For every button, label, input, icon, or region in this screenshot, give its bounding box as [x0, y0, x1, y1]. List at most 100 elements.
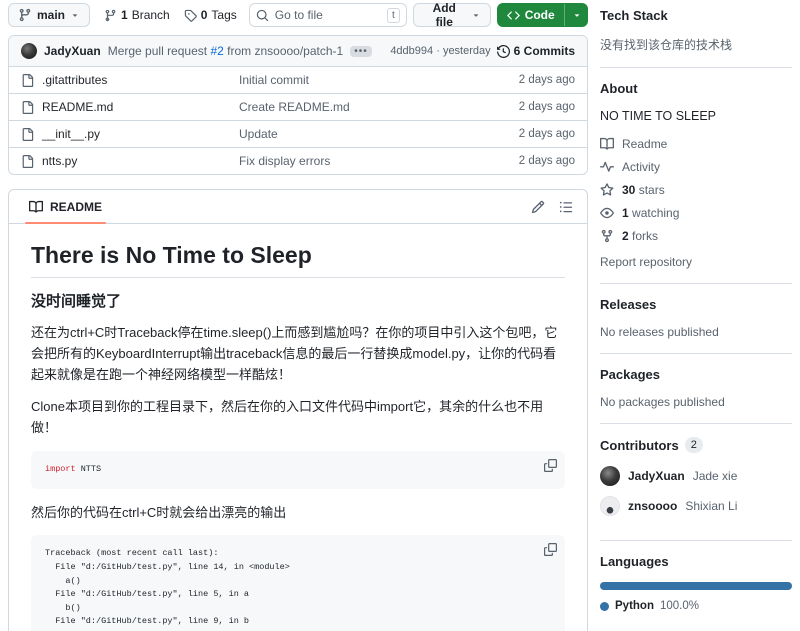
watching-link[interactable]: 1 watching	[600, 206, 792, 220]
avatar[interactable]	[600, 466, 620, 486]
readme-link[interactable]: Readme	[600, 137, 792, 151]
readme-card: README There is No Time t	[8, 189, 588, 631]
readme-paragraph: 还在为ctrl+C时Traceback停在time.sleep()上而感到尴尬吗…	[31, 323, 565, 385]
avatar[interactable]	[600, 496, 620, 516]
tech-stack-empty-text: 没有找到该仓库的技术栈	[600, 36, 792, 53]
list-unordered-icon	[559, 200, 573, 214]
file-icon	[21, 101, 34, 114]
language-percent: 100.0%	[660, 600, 699, 612]
commit-hash: 4ddb994	[390, 45, 433, 57]
branches-count: 1	[121, 8, 128, 22]
code-rest: NTTS	[76, 464, 102, 474]
git-branch-icon	[104, 9, 117, 22]
watching-label: watching	[632, 206, 679, 220]
contributor-login[interactable]: znsoooo	[628, 499, 677, 513]
stars-label: stars	[639, 183, 665, 197]
packages-empty-text: No packages published	[600, 395, 792, 409]
table-row: __init__.py Update 2 days ago	[9, 120, 587, 147]
activity-link[interactable]: Activity	[600, 160, 792, 174]
contributor-name: Shixian Li	[685, 499, 737, 513]
commit-message[interactable]: Merge pull request #2 from znsoooo/patch…	[108, 44, 344, 58]
eye-icon	[600, 206, 614, 220]
file-name-link[interactable]: __init__.py	[42, 127, 100, 141]
about-section: About NO TIME TO SLEEP Readme Activity 3…	[600, 68, 792, 284]
file-name-link[interactable]: ntts.py	[42, 154, 77, 168]
branch-selector-label: main	[37, 8, 65, 22]
repo-sidebar: Tech Stack 没有找到该仓库的技术栈 About NO TIME TO …	[600, 0, 792, 631]
search-icon	[256, 9, 269, 22]
stars-link[interactable]: 30 stars	[600, 183, 792, 197]
file-commit-message-link[interactable]: Create README.md	[239, 100, 485, 114]
go-to-file-text[interactable]	[275, 8, 381, 22]
file-commit-message-link[interactable]: Fix display errors	[239, 154, 485, 168]
commit-author-login[interactable]: JadyXuan	[44, 44, 101, 58]
commit-author-avatar[interactable]	[21, 43, 37, 59]
file-commit-time: 2 days ago	[485, 74, 575, 86]
contributors-title-label: Contributors	[600, 438, 679, 453]
contributor-login[interactable]: JadyXuan	[628, 469, 685, 483]
history-icon	[497, 45, 510, 58]
fork-icon	[600, 229, 614, 243]
outline-button[interactable]	[559, 200, 573, 214]
file-commit-message-link[interactable]: Update	[239, 127, 485, 141]
readme-paragraph: 然后你的代码在ctrl+C时就会给出漂亮的输出	[31, 503, 565, 524]
languages-section: Languages Python 100.0%	[600, 541, 792, 626]
repo-description: NO TIME TO SLEEP	[600, 109, 792, 123]
add-file-button[interactable]: Add file	[413, 3, 491, 27]
file-commit-time: 2 days ago	[485, 128, 575, 140]
tech-stack-section: Tech Stack 没有找到该仓库的技术栈	[600, 2, 792, 68]
branch-selector[interactable]: main	[8, 3, 90, 27]
tags-link[interactable]: 0 Tags	[184, 8, 237, 22]
watching-count: 1	[622, 206, 629, 220]
chevron-down-icon	[70, 10, 80, 20]
commit-history-link[interactable]: 6 Commits	[497, 44, 575, 58]
stars-count: 30	[622, 183, 635, 197]
table-row: ntts.py Fix display errors 2 days ago	[9, 147, 587, 174]
file-icon	[21, 74, 34, 87]
git-branch-icon	[18, 8, 32, 22]
readme-paragraph: Clone本项目到你的工程目录下，然后在你的入口文件代码中import它，其余的…	[31, 397, 565, 439]
go-to-file-input[interactable]: t	[249, 3, 407, 27]
dot-separator: ·	[436, 45, 440, 57]
packages-section: Packages No packages published	[600, 354, 792, 424]
language-name: Python	[615, 600, 654, 612]
branches-link[interactable]: 1 Branch	[104, 8, 170, 22]
readme-link-label: Readme	[622, 137, 667, 151]
file-icon	[21, 128, 34, 141]
list-item[interactable]: JadyXuan Jade xie	[600, 466, 792, 486]
file-commit-message-link[interactable]: Initial commit	[239, 73, 485, 87]
activity-link-label: Activity	[622, 160, 660, 174]
copy-button[interactable]	[544, 459, 557, 472]
report-repository-link[interactable]: Report repository	[600, 255, 792, 269]
list-item[interactable]: znsoooo Shixian Li	[600, 496, 792, 516]
shortcut-key-badge: t	[387, 8, 400, 23]
book-icon	[29, 200, 43, 214]
copy-button[interactable]	[544, 543, 557, 556]
pr-number-link[interactable]: #2	[210, 44, 223, 58]
file-name-link[interactable]: .gitattributes	[42, 73, 107, 87]
repo-page: main 1 Branch 0 Tags	[0, 0, 800, 631]
pulse-icon	[600, 160, 614, 174]
commit-hash-link[interactable]: 4ddb994 · yesterday	[390, 45, 490, 57]
pencil-icon	[531, 200, 545, 214]
forks-link[interactable]: 2 forks	[600, 229, 792, 243]
commit-ellipsis-button[interactable]: •••	[350, 46, 372, 57]
contributors-section: Contributors 2 JadyXuan Jade xie znsoooo…	[600, 424, 792, 541]
main-column: main 1 Branch 0 Tags	[8, 0, 588, 631]
readme-header: README	[9, 190, 587, 224]
file-name-link[interactable]: README.md	[42, 100, 113, 114]
forks-label: forks	[632, 229, 658, 243]
about-title: About	[600, 81, 792, 96]
releases-empty-text: No releases published	[600, 325, 792, 339]
languages-title: Languages	[600, 554, 792, 569]
branches-label: Branch	[132, 8, 170, 22]
code-dropdown-caret[interactable]	[564, 4, 588, 26]
copy-icon	[544, 543, 557, 556]
edit-readme-button[interactable]	[531, 200, 545, 214]
language-item-python[interactable]: Python 100.0%	[600, 600, 792, 612]
releases-title: Releases	[600, 297, 792, 312]
code-button[interactable]: Code	[497, 3, 588, 27]
tab-readme[interactable]: README	[25, 190, 106, 223]
code-button-label: Code	[525, 8, 555, 22]
commit-time: yesterday	[443, 45, 491, 57]
